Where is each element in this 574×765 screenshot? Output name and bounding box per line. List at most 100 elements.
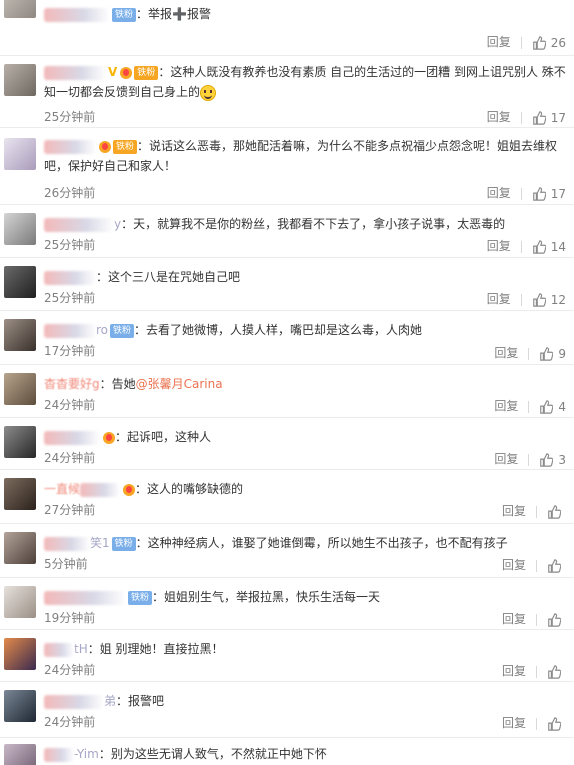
reply-button[interactable]: 回复: [487, 108, 511, 125]
avatar[interactable]: [4, 532, 36, 564]
comment-time: 5分钟前: [44, 557, 88, 571]
like-button[interactable]: [547, 612, 566, 627]
avatar[interactable]: [4, 319, 36, 351]
comment-item: 铁粉 ：举报➕报警 回复 26: [0, 0, 574, 56]
avatar[interactable]: [4, 744, 36, 765]
avatar[interactable]: [4, 373, 36, 405]
avatar[interactable]: [4, 426, 36, 458]
comment-actions: 回复: [502, 662, 566, 679]
avatar[interactable]: [4, 478, 36, 510]
thumbs-up-icon: [548, 665, 561, 679]
reply-button[interactable]: 回复: [487, 290, 511, 307]
reply-button[interactable]: 回复: [502, 502, 526, 519]
divider: [520, 36, 522, 49]
avatar[interactable]: [4, 638, 36, 670]
comment-item: -Yim：别为这些无谓人致气，不然就正中她下怀: [0, 738, 574, 765]
username[interactable]: [44, 7, 110, 22]
divider: [520, 240, 522, 253]
username[interactable]: [44, 642, 74, 657]
username-tail[interactable]: ro: [96, 323, 108, 337]
username[interactable]: [44, 536, 90, 551]
username[interactable]: [44, 139, 96, 154]
username[interactable]: [44, 323, 96, 338]
like-button[interactable]: 3: [539, 452, 566, 467]
like-count: 4: [558, 399, 566, 414]
comment-actions: 回复 17: [487, 184, 566, 201]
comment-text: ：举报➕报警: [136, 7, 211, 21]
comment-time: 25分钟前: [44, 291, 96, 305]
reply-button[interactable]: 回复: [502, 610, 526, 627]
like-button[interactable]: 12: [532, 292, 566, 307]
comment-actions: 回复 4: [494, 397, 566, 414]
username-tail[interactable]: 弟: [104, 694, 116, 708]
username[interactable]: [44, 430, 100, 445]
comment-item: 杳杳要好g：告她@张馨月Carina 24分钟前 回复 4: [0, 365, 574, 418]
username[interactable]: 杳杳要好g: [44, 377, 100, 391]
comment-time: 17分钟前: [44, 344, 96, 358]
comment-item: ：这个三八是在咒她自己吧 25分钟前 回复 12: [0, 258, 574, 311]
like-count: 9: [558, 346, 566, 361]
fan-badge: 铁粉: [128, 590, 153, 605]
like-button[interactable]: 17: [532, 186, 566, 201]
avatar[interactable]: [4, 690, 36, 722]
crown-icon: [123, 483, 136, 496]
like-button[interactable]: 9: [539, 346, 566, 361]
divider: [520, 111, 522, 124]
avatar[interactable]: [4, 138, 36, 170]
comment-actions: 回复: [502, 714, 566, 731]
comment-text: ：这个三八是在咒她自己吧: [96, 270, 241, 284]
divider: [520, 187, 522, 200]
comment-text: ：告她: [99, 377, 136, 391]
reply-button[interactable]: 回复: [494, 450, 518, 467]
reply-button[interactable]: 回复: [502, 556, 526, 573]
like-count: 3: [558, 452, 566, 467]
comment-actions: 回复 12: [487, 290, 566, 307]
like-button[interactable]: 26: [532, 35, 566, 50]
thumbs-up-icon: [532, 240, 546, 254]
like-button[interactable]: 17: [532, 110, 566, 125]
like-count: 12: [550, 292, 566, 307]
comment-time: 24分钟前: [44, 663, 96, 677]
avatar[interactable]: [4, 0, 36, 18]
reply-button[interactable]: 回复: [494, 397, 518, 414]
thumbs-up-icon: [532, 293, 546, 307]
username[interactable]: [44, 747, 74, 762]
like-button[interactable]: 4: [539, 399, 566, 414]
like-button[interactable]: [547, 664, 566, 679]
reply-button[interactable]: 回复: [487, 33, 511, 50]
username[interactable]: [44, 270, 96, 285]
reply-button[interactable]: 回复: [494, 344, 518, 361]
divider: [528, 400, 530, 413]
username-tail[interactable]: -Yim: [74, 747, 99, 761]
comment-actions: 回复 17: [487, 108, 566, 125]
crown-icon: [99, 140, 111, 153]
username-blur[interactable]: [80, 482, 121, 497]
username[interactable]: 一直候: [44, 482, 80, 496]
comment-actions: 回复: [502, 556, 566, 573]
avatar[interactable]: [4, 64, 36, 96]
thumbs-up-icon: [548, 717, 561, 731]
like-count: 26: [550, 35, 566, 50]
username-tail[interactable]: tH: [74, 642, 88, 656]
username[interactable]: [44, 590, 126, 605]
username[interactable]: [44, 217, 114, 232]
mention-link[interactable]: @张馨月Carina: [136, 377, 223, 391]
avatar[interactable]: [4, 266, 36, 298]
comment-item: 铁粉 ：姐姐别生气，举报拉黑，快乐生活每一天 19分钟前 回复: [0, 578, 574, 630]
username[interactable]: [44, 65, 106, 80]
reply-button[interactable]: 回复: [487, 237, 511, 254]
username-tail[interactable]: 笑1: [90, 536, 110, 550]
like-button[interactable]: [547, 716, 566, 731]
comment-time: 24分钟前: [44, 715, 96, 729]
like-button[interactable]: [547, 504, 566, 519]
avatar[interactable]: [4, 213, 36, 245]
comment-time: 19分钟前: [44, 611, 96, 625]
avatar[interactable]: [4, 586, 36, 618]
reply-button[interactable]: 回复: [487, 184, 511, 201]
like-button[interactable]: [547, 558, 566, 573]
username[interactable]: [44, 694, 104, 709]
reply-button[interactable]: 回复: [502, 714, 526, 731]
like-button[interactable]: 14: [532, 239, 566, 254]
reply-button[interactable]: 回复: [502, 662, 526, 679]
smile-emoji-icon: [200, 84, 217, 101]
